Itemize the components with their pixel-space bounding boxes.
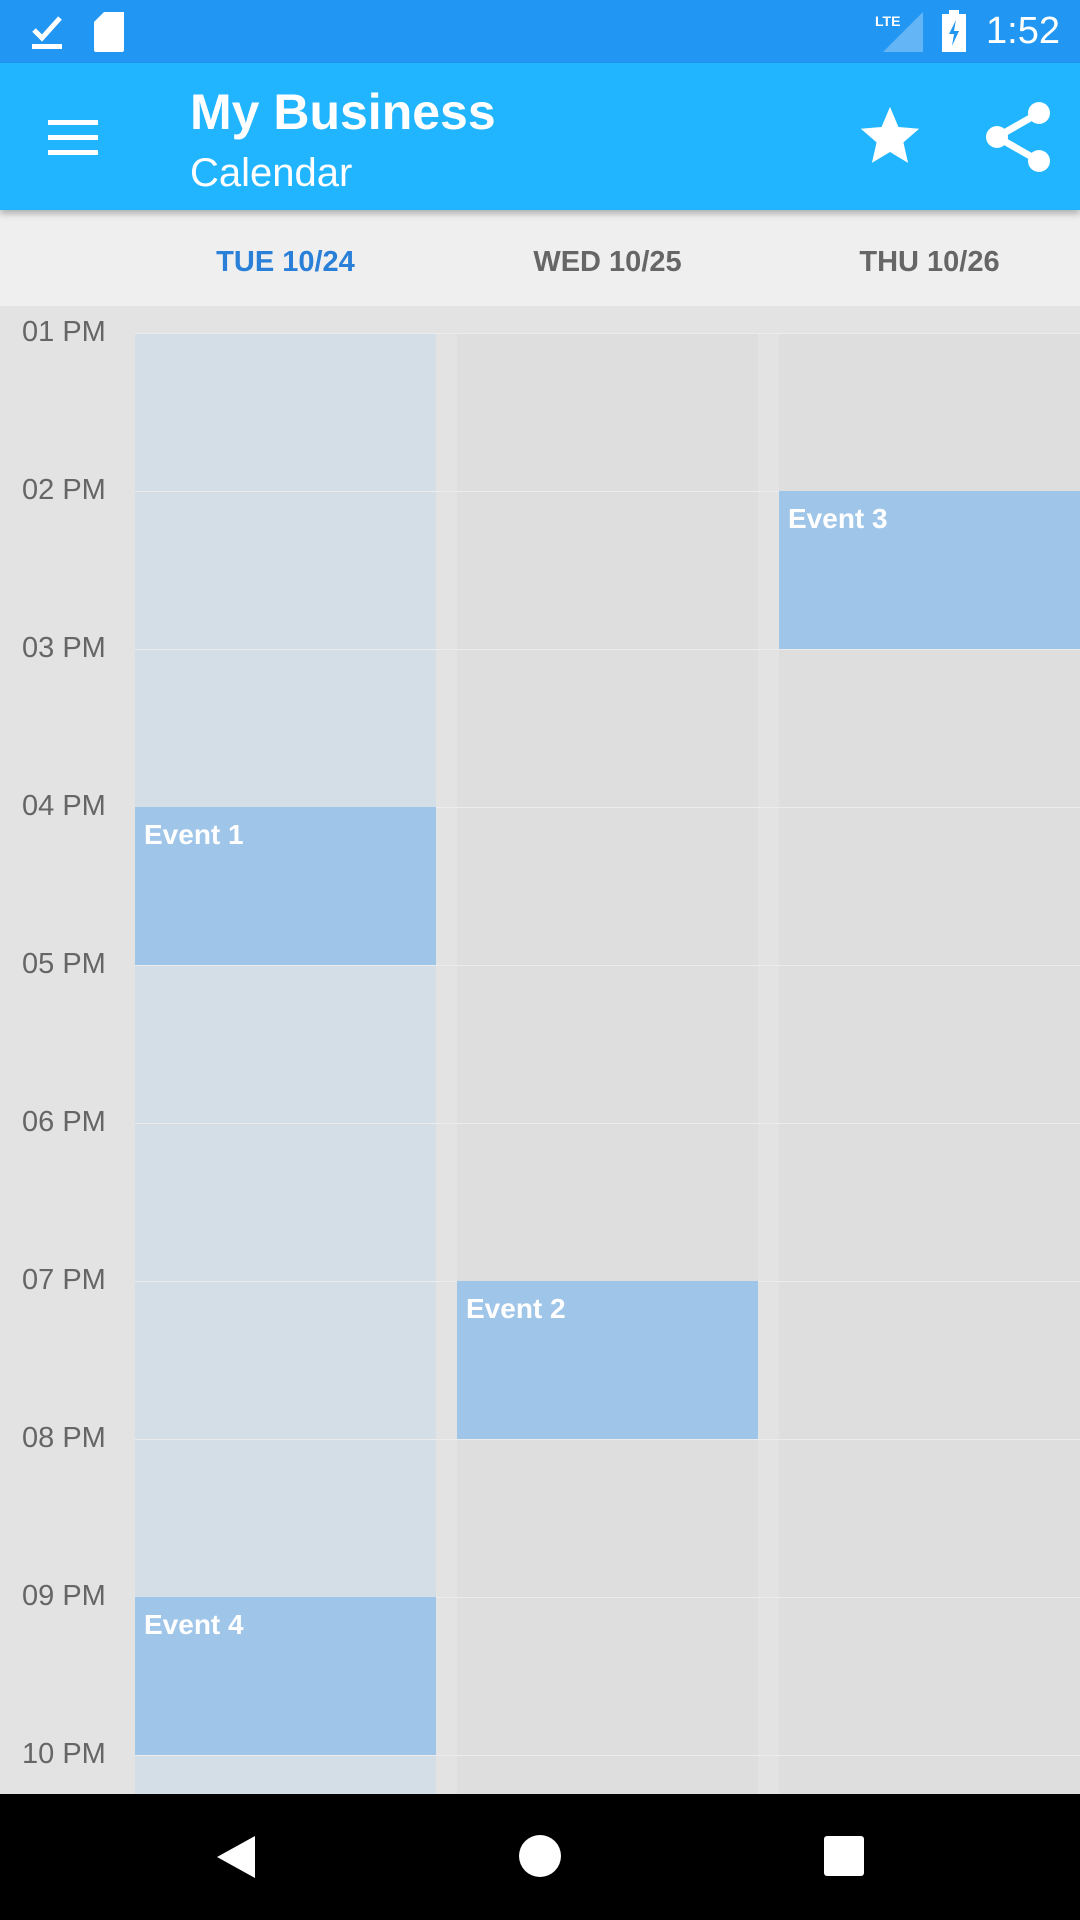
hour-label: 07 PM bbox=[22, 1264, 106, 1296]
calendar-grid[interactable]: 01 PM 02 PM 03 PM 04 PM 05 PM 06 PM 07 PM 08 PM… bbox=[0, 306, 1080, 1833]
hour-label: 02 PM bbox=[22, 474, 106, 506]
hour-label: 10 PM bbox=[22, 1738, 106, 1770]
day-header: TUE 10/24 WED 10/25 THU 10/26 bbox=[0, 210, 1080, 306]
back-icon[interactable] bbox=[215, 1834, 257, 1880]
svg-text:LTE: LTE bbox=[875, 13, 900, 29]
hour-line bbox=[135, 1123, 1080, 1124]
status-bar: LTE 1:52 bbox=[0, 0, 1080, 63]
hour-label: 05 PM bbox=[22, 948, 106, 980]
day-tab-thu[interactable]: THU 10/26 bbox=[779, 246, 1080, 279]
app-toolbar: My Business Calendar bbox=[0, 63, 1080, 210]
calendar-event[interactable]: Event 2 bbox=[457, 1281, 758, 1439]
calendar-event[interactable]: Event 1 bbox=[135, 807, 436, 965]
lte-signal-icon: LTE bbox=[875, 12, 923, 52]
menu-icon[interactable] bbox=[48, 118, 98, 156]
hour-line bbox=[135, 1755, 1080, 1756]
sd-card-icon bbox=[94, 12, 124, 52]
share-icon[interactable] bbox=[985, 101, 1051, 173]
hour-label: 03 PM bbox=[22, 632, 106, 664]
clock: 1:52 bbox=[986, 10, 1060, 52]
calendar-event[interactable]: Event 4 bbox=[135, 1597, 436, 1755]
hour-label: 09 PM bbox=[22, 1580, 106, 1612]
hour-line bbox=[135, 1439, 1080, 1440]
hour-label: 08 PM bbox=[22, 1422, 106, 1454]
day-tab-wed[interactable]: WED 10/25 bbox=[457, 246, 758, 279]
hour-label: 01 PM bbox=[22, 316, 106, 348]
navigation-bar bbox=[0, 1794, 1080, 1920]
day-tab-tue[interactable]: TUE 10/24 bbox=[135, 246, 436, 279]
hour-line bbox=[135, 965, 1080, 966]
calendar-event[interactable]: Event 3 bbox=[779, 491, 1080, 649]
hour-line bbox=[135, 333, 1080, 334]
download-done-icon bbox=[32, 16, 62, 49]
app-title: My Business bbox=[190, 84, 496, 140]
recents-icon[interactable] bbox=[824, 1836, 864, 1876]
day-column-wed[interactable] bbox=[457, 333, 758, 1833]
page-subtitle: Calendar bbox=[190, 151, 353, 195]
star-icon[interactable] bbox=[855, 101, 925, 171]
hour-label: 06 PM bbox=[22, 1106, 106, 1138]
hour-label: 04 PM bbox=[22, 790, 106, 822]
hour-line bbox=[135, 649, 1080, 650]
home-icon[interactable] bbox=[518, 1834, 562, 1878]
battery-charging-icon bbox=[942, 10, 966, 52]
